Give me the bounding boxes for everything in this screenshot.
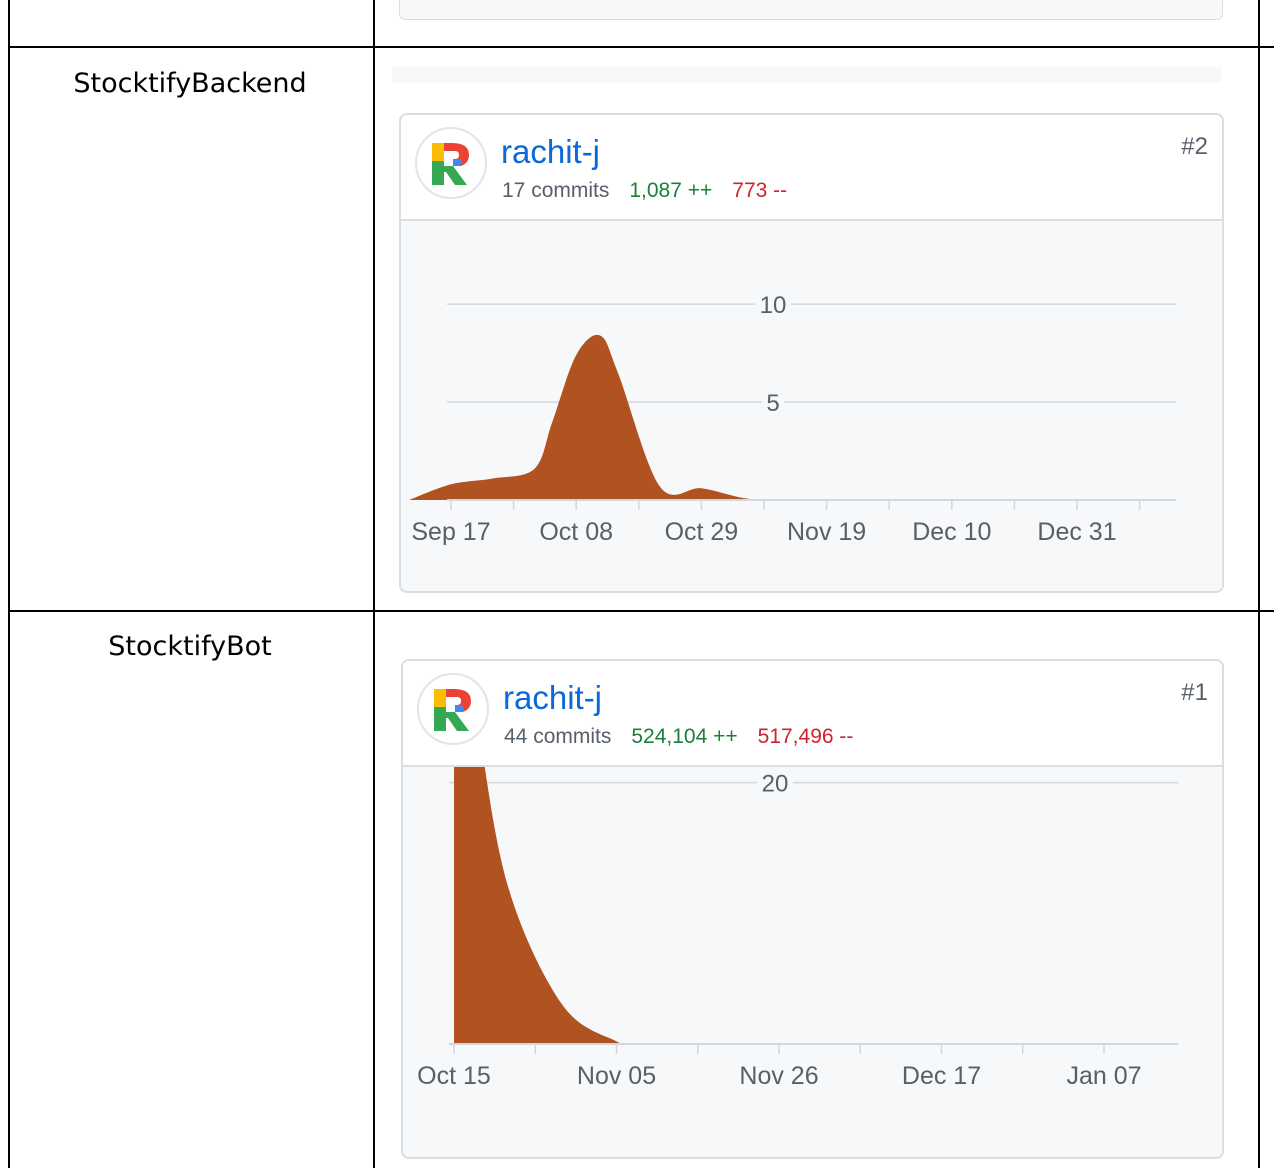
avatar[interactable] <box>415 127 487 199</box>
x-tick-label: Dec 10 <box>912 518 991 546</box>
x-tick-label: Oct 15 <box>417 1062 491 1090</box>
username-link[interactable]: rachit-j <box>503 679 602 717</box>
username-link[interactable]: rachit-j <box>501 133 600 171</box>
additions-count: 1,087 ++ <box>629 179 713 202</box>
x-tick-label: Dec 31 <box>1037 518 1116 546</box>
deletions-count: 517,496 -- <box>757 725 854 748</box>
y-tick-label: 5 <box>766 390 779 417</box>
previous-contributor-card <box>399 0 1223 20</box>
contribution-stats: 17 commits 1,087 ++ 773 -- <box>502 179 787 203</box>
card-spacer <box>392 67 1222 83</box>
table-row-divider <box>8 610 1274 612</box>
x-tick-label: Nov 26 <box>739 1062 818 1090</box>
table-row-divider <box>8 46 1274 48</box>
card-header: rachit-j 44 commits 524,104 ++ 517,496 -- … <box>403 661 1222 767</box>
x-tick-label: Jan 07 <box>1066 1062 1141 1090</box>
table-border-left <box>8 0 10 1168</box>
additions-count: 524,104 ++ <box>631 725 738 748</box>
contributor-card: rachit-j 44 commits 524,104 ++ 517,496 -- … <box>401 659 1224 1159</box>
card-header: rachit-j 17 commits 1,087 ++ 773 -- #2 <box>401 115 1222 221</box>
x-tick-label: Nov 05 <box>577 1062 656 1090</box>
contributor-rank: #2 <box>1181 133 1208 160</box>
x-tick-label: Sep 17 <box>411 518 490 546</box>
contributor-rank: #1 <box>1181 679 1208 706</box>
contribution-chart: 5 10 Sep 17 Oct 08 Oct 29 Nov 19 Dec 10 Dec 31 <box>409 290 1176 546</box>
commit-count[interactable]: 44 commits <box>504 725 611 748</box>
repo-name: StocktifyBackend <box>73 68 307 99</box>
avatar-logo-icon <box>434 689 471 731</box>
x-tick-label: Oct 29 <box>665 518 739 546</box>
avatar-logo-icon <box>432 143 469 185</box>
x-tick-label: Oct 08 <box>539 518 613 546</box>
commits-area[interactable] <box>409 334 773 500</box>
commit-count[interactable]: 17 commits <box>502 179 609 202</box>
x-tick-label: Dec 17 <box>902 1062 981 1090</box>
table-border-right <box>1258 0 1260 1168</box>
chart-area: 5 10 Sep 17 Oct 08 Oct 29 Nov 19 Dec 10 Dec 31 <box>401 221 1222 591</box>
repo-name: StocktifyBot <box>108 631 272 662</box>
y-tick-label: 10 <box>760 292 787 319</box>
contribution-chart: 20 Oct 15 Nov 05 Nov 26 Dec 17 Jan 07 <box>417 767 1178 1090</box>
contributor-card: rachit-j 17 commits 1,087 ++ 773 -- #2 5 10… <box>399 113 1224 593</box>
table-column-divider <box>373 0 375 1168</box>
contribution-stats: 44 commits 524,104 ++ 517,496 -- <box>504 725 853 749</box>
chart-area: 20 Oct 15 Nov 05 Nov 26 Dec 17 Jan 07 <box>403 767 1222 1157</box>
avatar[interactable] <box>417 673 489 745</box>
x-tick-label: Nov 19 <box>787 518 866 546</box>
y-tick-label: 20 <box>762 771 789 798</box>
commits-area[interactable] <box>454 767 632 1045</box>
deletions-count: 773 -- <box>732 179 788 202</box>
